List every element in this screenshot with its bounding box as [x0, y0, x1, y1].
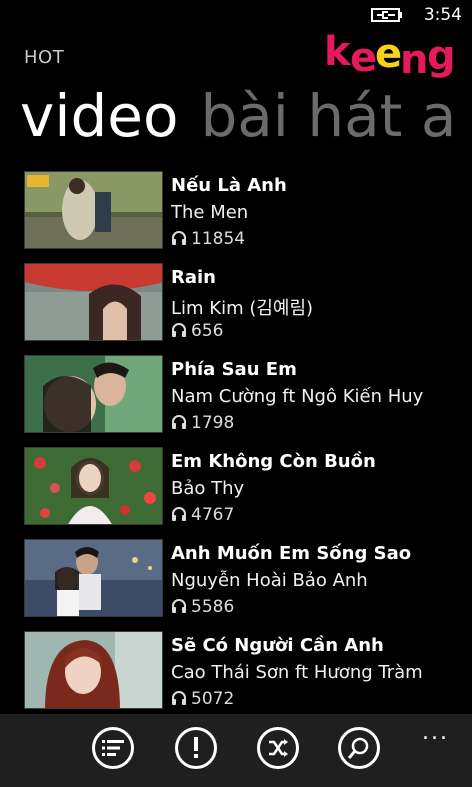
- video-artist: Bảo Thy: [171, 478, 245, 499]
- search-icon: [348, 737, 369, 759]
- pivot-tab-songs[interactable]: bài hát a: [200, 82, 456, 150]
- video-play-count: 5586: [171, 597, 234, 617]
- clock: 3:54: [423, 5, 462, 25]
- list-item[interactable]: Sẽ Có Người Cần Anh Cao Thái Sơn ft Hươn…: [0, 631, 472, 711]
- headphones-icon: [172, 507, 186, 521]
- list-item[interactable]: Em Không Còn Buồn Bảo Thy 4767: [0, 447, 472, 527]
- list-item[interactable]: Phía Sau Em Nam Cường ft Ngô Kiến Huy 17…: [0, 355, 472, 435]
- app-bar: ...: [0, 714, 472, 787]
- headphones-icon: [172, 231, 186, 245]
- video-title: Em Không Còn Buồn: [171, 451, 376, 472]
- play-count-value: 1798: [191, 413, 235, 433]
- headphones-icon: [172, 415, 186, 429]
- search-button[interactable]: [338, 727, 380, 769]
- video-title: Sẽ Có Người Cần Anh: [171, 635, 384, 656]
- alert-button[interactable]: [175, 727, 217, 769]
- play-count-value: 5586: [191, 597, 235, 617]
- video-thumbnail: [24, 355, 163, 433]
- list-item[interactable]: Nếu Là Anh The Men 11854: [0, 171, 472, 251]
- video-play-count: 4767: [171, 505, 234, 525]
- headphones-icon: [172, 599, 186, 613]
- video-title: Rain: [171, 267, 216, 288]
- section-label: HOT: [24, 47, 65, 68]
- alert-icon: [194, 737, 198, 758]
- shuffle-button[interactable]: [257, 727, 299, 769]
- video-thumbnail: [24, 447, 163, 525]
- play-count-value: 5072: [191, 689, 235, 709]
- list-button[interactable]: [92, 727, 134, 769]
- video-artist: Cao Thái Sơn ft Hương Tràm: [171, 662, 423, 683]
- keeng-logo: k e e n g: [324, 29, 456, 83]
- play-count-value: 11854: [191, 229, 246, 249]
- video-play-count: 1798: [171, 413, 234, 433]
- video-artist: The Men: [171, 202, 249, 223]
- list-item[interactable]: Anh Muốn Em Sống Sao Nguyễn Hoài Bảo Anh…: [0, 539, 472, 619]
- video-play-count: 11854: [171, 229, 245, 249]
- shuffle-icon: [269, 739, 288, 757]
- battery-charging-icon: [371, 8, 402, 22]
- pivot-header: video bài hát a: [20, 80, 456, 152]
- video-thumbnail: [24, 539, 163, 617]
- play-count-value: 656: [191, 321, 224, 341]
- video-title: Nếu Là Anh: [171, 175, 287, 196]
- video-thumbnail: [24, 263, 163, 341]
- video-title: Anh Muốn Em Sống Sao: [171, 543, 412, 564]
- play-count-value: 4767: [191, 505, 235, 525]
- video-play-count: 656: [171, 321, 223, 341]
- pivot-tab-video[interactable]: video: [20, 82, 178, 150]
- more-options-icon[interactable]: ...: [422, 720, 449, 745]
- video-artist: Lim Kim (김예림): [171, 298, 314, 319]
- headphones-icon: [172, 691, 186, 705]
- video-thumbnail: [24, 171, 163, 249]
- video-artist: Nguyễn Hoài Bảo Anh: [171, 570, 368, 591]
- video-title: Phía Sau Em: [171, 359, 297, 380]
- status-bar: 3:54: [0, 0, 472, 30]
- list-icon: [102, 740, 124, 756]
- headphones-icon: [172, 323, 186, 337]
- list-item[interactable]: Rain Lim Kim (김예림) 656: [0, 263, 472, 343]
- video-thumbnail: [24, 631, 163, 709]
- video-play-count: 5072: [171, 689, 234, 709]
- video-artist: Nam Cường ft Ngô Kiến Huy: [171, 386, 424, 407]
